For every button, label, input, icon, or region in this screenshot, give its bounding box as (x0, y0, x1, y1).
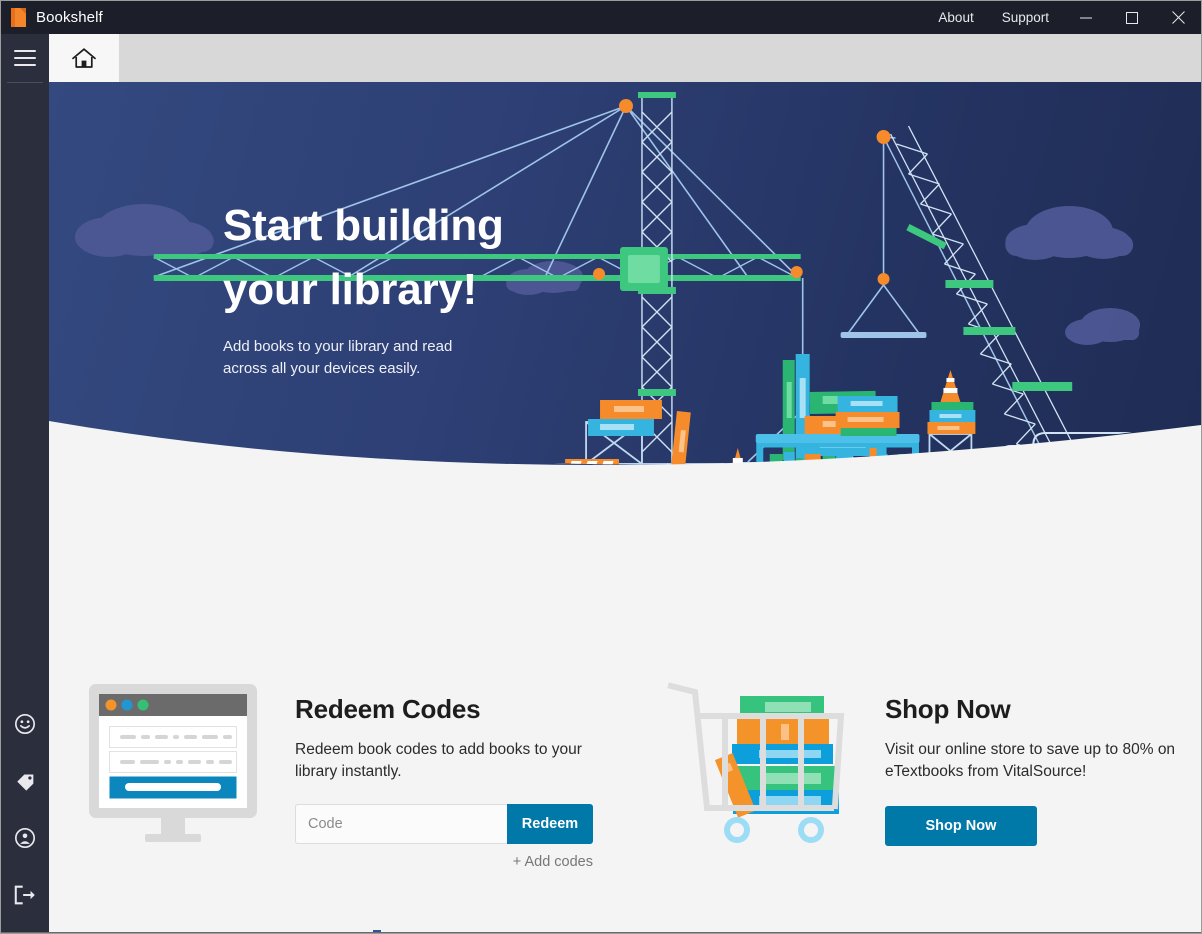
hero-heading-line2: your library! (223, 265, 478, 315)
promo-row: Redeem Codes Redeem book codes to add bo… (49, 678, 1201, 870)
sidebar-item-account[interactable] (1, 809, 49, 866)
browser-window-monitor-icon (77, 678, 269, 850)
promo-redeem-text: Redeem book codes to add books to your l… (295, 741, 582, 781)
account-circle-icon (15, 827, 35, 848)
main-content: Start building your library! Add books t… (49, 82, 1201, 933)
hero-subtext: Add books to your library and read acros… (223, 338, 453, 377)
shop-now-button[interactable]: Shop Now (884, 805, 1037, 846)
home-icon (72, 48, 96, 68)
hamburger-menu-icon[interactable] (1, 34, 49, 82)
about-link[interactable]: About (924, 1, 987, 34)
hero-copy: Start building your library! Add books t… (223, 194, 643, 379)
promo-redeem-codes: Redeem Codes Redeem book codes to add bo… (77, 678, 635, 870)
redeem-code-row: Redeem (295, 803, 593, 844)
minimize-icon (1080, 17, 1092, 18)
sidebar-bottom-group (1, 695, 49, 933)
promo-shop-text: Visit our online store to save up to 80%… (884, 741, 1176, 781)
title-bar: Bookshelf About Support (1, 1, 1201, 34)
maximize-icon (1126, 11, 1138, 24)
tab-home[interactable] (49, 34, 119, 82)
sign-out-icon (14, 885, 35, 904)
minimize-button[interactable] (1063, 1, 1109, 34)
tab-strip (49, 34, 1201, 82)
smiley-face-icon (15, 713, 35, 734)
sidebar-item-sign-out[interactable] (1, 866, 49, 923)
promo-shop-title: Shop Now (884, 694, 1011, 724)
code-input[interactable] (295, 803, 507, 844)
window-bottom-border (1, 932, 1201, 933)
close-icon (1171, 11, 1185, 24)
promo-shop-now: Shop Now Visit our online store to save … (663, 678, 1201, 870)
sidebar (1, 34, 49, 933)
tag-icon (16, 774, 33, 791)
hero-heading: Start building your library! (223, 194, 643, 322)
close-button[interactable] (1155, 1, 1201, 34)
promo-shop-body: Shop Now Visit our online store to save … (884, 678, 1185, 846)
shopping-cart-with-books-icon (663, 678, 859, 850)
hero-banner: Start building your library! Add books t… (49, 82, 1201, 489)
tab-strip-empty-area (119, 34, 1201, 82)
window-title: Bookshelf (36, 9, 103, 26)
promo-redeem-title: Redeem Codes (295, 694, 481, 724)
support-link[interactable]: Support (988, 1, 1063, 34)
bookshelf-logo-icon (11, 8, 26, 27)
app-window: Bookshelf About Support Start building y… (0, 0, 1202, 934)
hero-heading-line1: Start building (223, 201, 504, 250)
sidebar-item-feedback[interactable] (1, 695, 49, 752)
maximize-button[interactable] (1109, 1, 1155, 34)
redeem-button[interactable]: Redeem (507, 803, 593, 844)
sidebar-divider (7, 82, 43, 83)
promo-redeem-body: Redeem Codes Redeem book codes to add bo… (295, 678, 595, 870)
add-codes-link[interactable]: + Add codes (295, 854, 593, 870)
hero-curve-divider (49, 421, 1201, 489)
sidebar-item-offers[interactable] (1, 752, 49, 809)
